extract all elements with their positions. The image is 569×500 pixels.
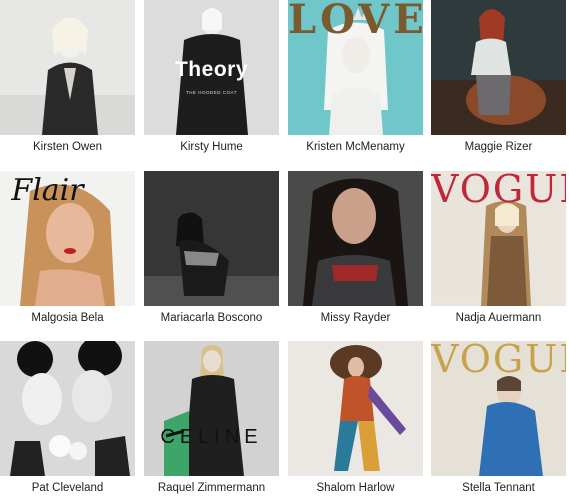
magazine-cover[interactable]: VOGUE (431, 171, 566, 306)
model-name[interactable]: Nadja Auermann (431, 312, 566, 324)
model-name[interactable]: Mariacarla Boscono (144, 312, 279, 324)
model-photo[interactable] (144, 171, 279, 306)
model-name[interactable]: Missy Rayder (288, 312, 423, 324)
model-name[interactable]: Pat Cleveland (0, 482, 135, 494)
model-name[interactable]: Kirsty Hume (144, 141, 279, 153)
model-name[interactable]: Stella Tennant (431, 482, 566, 494)
model-name[interactable]: Malgosia Bela (0, 312, 135, 324)
model-photo[interactable]: CELINE (144, 341, 279, 476)
model-name[interactable]: Maggie Rizer (431, 141, 566, 153)
model-gallery-grid: Kirsten Owen Theory THE HOODED COAT Kirs… (0, 0, 569, 500)
model-name[interactable]: Shalom Harlow (288, 482, 423, 494)
model-photo[interactable] (0, 0, 135, 135)
model-photo[interactable] (288, 171, 423, 306)
model-photo[interactable] (431, 0, 566, 135)
model-name[interactable]: Kirsten Owen (0, 141, 135, 153)
model-name[interactable]: Kristen McMenamy (288, 141, 423, 153)
magazine-cover[interactable]: LOVE (288, 0, 423, 135)
model-photo[interactable] (288, 341, 423, 476)
magazine-cover[interactable]: VOGUE (431, 341, 566, 476)
magazine-cover[interactable]: Flair (0, 171, 135, 306)
model-photo[interactable] (0, 341, 135, 476)
model-name[interactable]: Raquel Zimmermann (144, 482, 279, 494)
model-photo[interactable]: Theory THE HOODED COAT (144, 0, 279, 135)
